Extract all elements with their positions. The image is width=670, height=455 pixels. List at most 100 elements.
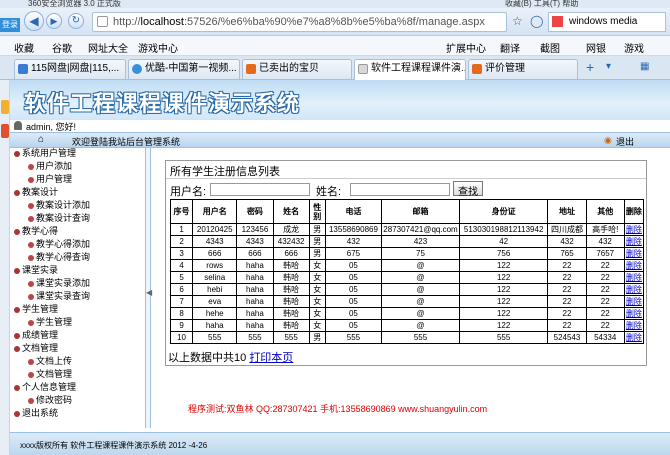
logout-link[interactable]: 退出 [616,135,634,148]
tree-group[interactable]: 教学心得 [14,226,58,237]
tree-item[interactable]: 教案设计查询 [28,213,90,224]
tree-item[interactable]: 文档管理 [28,369,72,380]
table-cell: rows [192,259,238,272]
tree-item[interactable]: 用户添加 [28,161,72,172]
delete-link[interactable]: 删除 [626,249,642,258]
user-bar: admin, 您好! [10,120,670,132]
username-input[interactable] [210,183,310,196]
tree-group[interactable]: 系统用户管理 [14,148,76,159]
column-header: 身份证 [458,199,549,224]
tab-favicon-icon [132,64,142,74]
table-cell: 13558690869 [324,223,383,236]
footer-text: xxxx版权所有 软件工程课程课件演示系统 2012 -4-26 [20,441,208,450]
tool-item[interactable]: 网银 [586,40,606,55]
table-cell: 432 [585,235,625,248]
browser-tab[interactable]: 优酷-中国第一视频... [128,59,240,79]
table-cell: @ [381,283,460,296]
tree-item[interactable]: 修改密码 [28,395,72,406]
delete-link[interactable]: 删除 [626,309,642,318]
table-cell: 男 [308,223,326,236]
tree-item[interactable]: 教案设计添加 [28,200,90,211]
forward-button[interactable]: ▶ [46,13,62,29]
delete-link[interactable]: 删除 [626,333,642,342]
tree-group[interactable]: 个人信息管理 [14,382,76,393]
name-input[interactable] [350,183,450,196]
table-cell: 22 [585,271,625,284]
favorites-item[interactable]: 谷歌 [52,40,72,55]
table-cell: @ [381,259,460,272]
favorites-item[interactable]: 收藏 [14,40,34,55]
tree-item-label: 教学心得添加 [36,239,91,249]
login-button[interactable]: 登录 [0,18,20,32]
table-cell: 524543 [547,331,587,344]
tree-item-label: 学生管理 [36,317,73,327]
tree-item[interactable]: 文档上传 [28,356,72,367]
table-cell: 女 [308,259,326,272]
shield-icon[interactable]: ◯ [530,14,543,28]
browser-tab[interactable]: 115网盘|网盘|115,... [14,59,126,79]
delete-link[interactable]: 删除 [626,321,642,330]
table-cell: 20120425 [192,223,238,236]
tool-item[interactable]: 游戏 [624,40,644,55]
tool-item[interactable]: 扩展中心 [446,40,486,55]
table-cell: 删除 [623,307,645,320]
delete-link[interactable]: 删除 [626,261,642,270]
tool-item[interactable]: 翻译 [500,40,520,55]
tab-favicon-icon [358,64,368,74]
favorites-item[interactable]: 网址大全 [88,40,128,55]
print-link[interactable]: 打印本页 [249,352,293,364]
table-cell: haha [236,295,274,308]
tree-item-label: 修改密码 [36,395,73,405]
column-header: 性别 [308,199,326,224]
browser-menu[interactable]: 收藏(B) 工具(T) 帮助 [505,0,578,8]
new-tab-icon[interactable]: + [586,59,594,75]
tree-group[interactable]: 成绩管理 [14,330,58,341]
home-icon[interactable]: ⌂ [38,134,44,145]
delete-link[interactable]: 删除 [626,225,642,234]
tree-group[interactable]: 学生管理 [14,304,58,315]
table-cell: 韩哈 [272,271,310,284]
search-row: 用户名: 姓名: 查找 [166,181,646,198]
browser-tab-active[interactable]: 软件工程课程课件演... [354,59,466,80]
address-bar[interactable]: http://localhost:57526/%e6%ba%90%e7%a8%8… [92,12,507,32]
browser-tab[interactable]: 评价管理 [468,59,578,79]
tree-item[interactable]: 课堂实录查询 [28,291,90,302]
tree-item-label: 学生管理 [22,304,59,314]
browser-tab[interactable]: 已卖出的宝贝 [242,59,352,79]
table-cell: 7657 [585,247,625,260]
tree-group[interactable]: 课堂实录 [14,265,58,276]
delete-link[interactable]: 删除 [626,285,642,294]
tree-item[interactable]: 课堂实录添加 [28,278,90,289]
tree-item[interactable]: 教学心得查询 [28,252,90,263]
delete-link[interactable]: 删除 [626,297,642,306]
tree-group[interactable]: 教案设计 [14,187,58,198]
sidebar-app-icon[interactable] [1,124,9,138]
tree-item-label: 文档上传 [36,356,73,366]
favorites-item[interactable]: 游戏中心 [138,40,178,55]
search-input[interactable]: windows media [548,12,666,32]
tree-group[interactable]: 退出系统 [14,408,58,419]
leaf-icon [28,358,34,365]
star-icon[interactable]: ☆ [512,14,523,28]
tree-group[interactable]: 文档管理 [14,343,58,354]
table-cell: 男 [308,331,326,344]
splitter[interactable]: ◀ [145,148,152,428]
tree-item[interactable]: 教学心得添加 [28,239,90,250]
refresh-button[interactable]: ↻ [68,13,84,29]
delete-link[interactable]: 删除 [626,273,642,282]
tree-item[interactable]: 用户管理 [28,174,72,185]
folder-icon [14,345,20,352]
sidebar-app-icon[interactable] [1,100,9,114]
table-cell: 555 [272,331,310,344]
delete-link[interactable]: 删除 [626,237,642,246]
query-button[interactable]: 查找 [453,181,483,198]
tree-item[interactable]: 学生管理 [28,317,72,328]
table-cell: 42 [458,235,549,248]
table-cell: 四川成都 [547,223,587,236]
tool-item[interactable]: 截图 [540,40,560,55]
tab-list-icon[interactable]: ▦ [640,61,649,72]
table-cell: 05 [324,271,383,284]
back-button[interactable]: ◀ [24,11,44,31]
tab-menu-icon[interactable]: ▾ [606,61,611,72]
logout-icon[interactable]: ◉ [604,135,612,146]
